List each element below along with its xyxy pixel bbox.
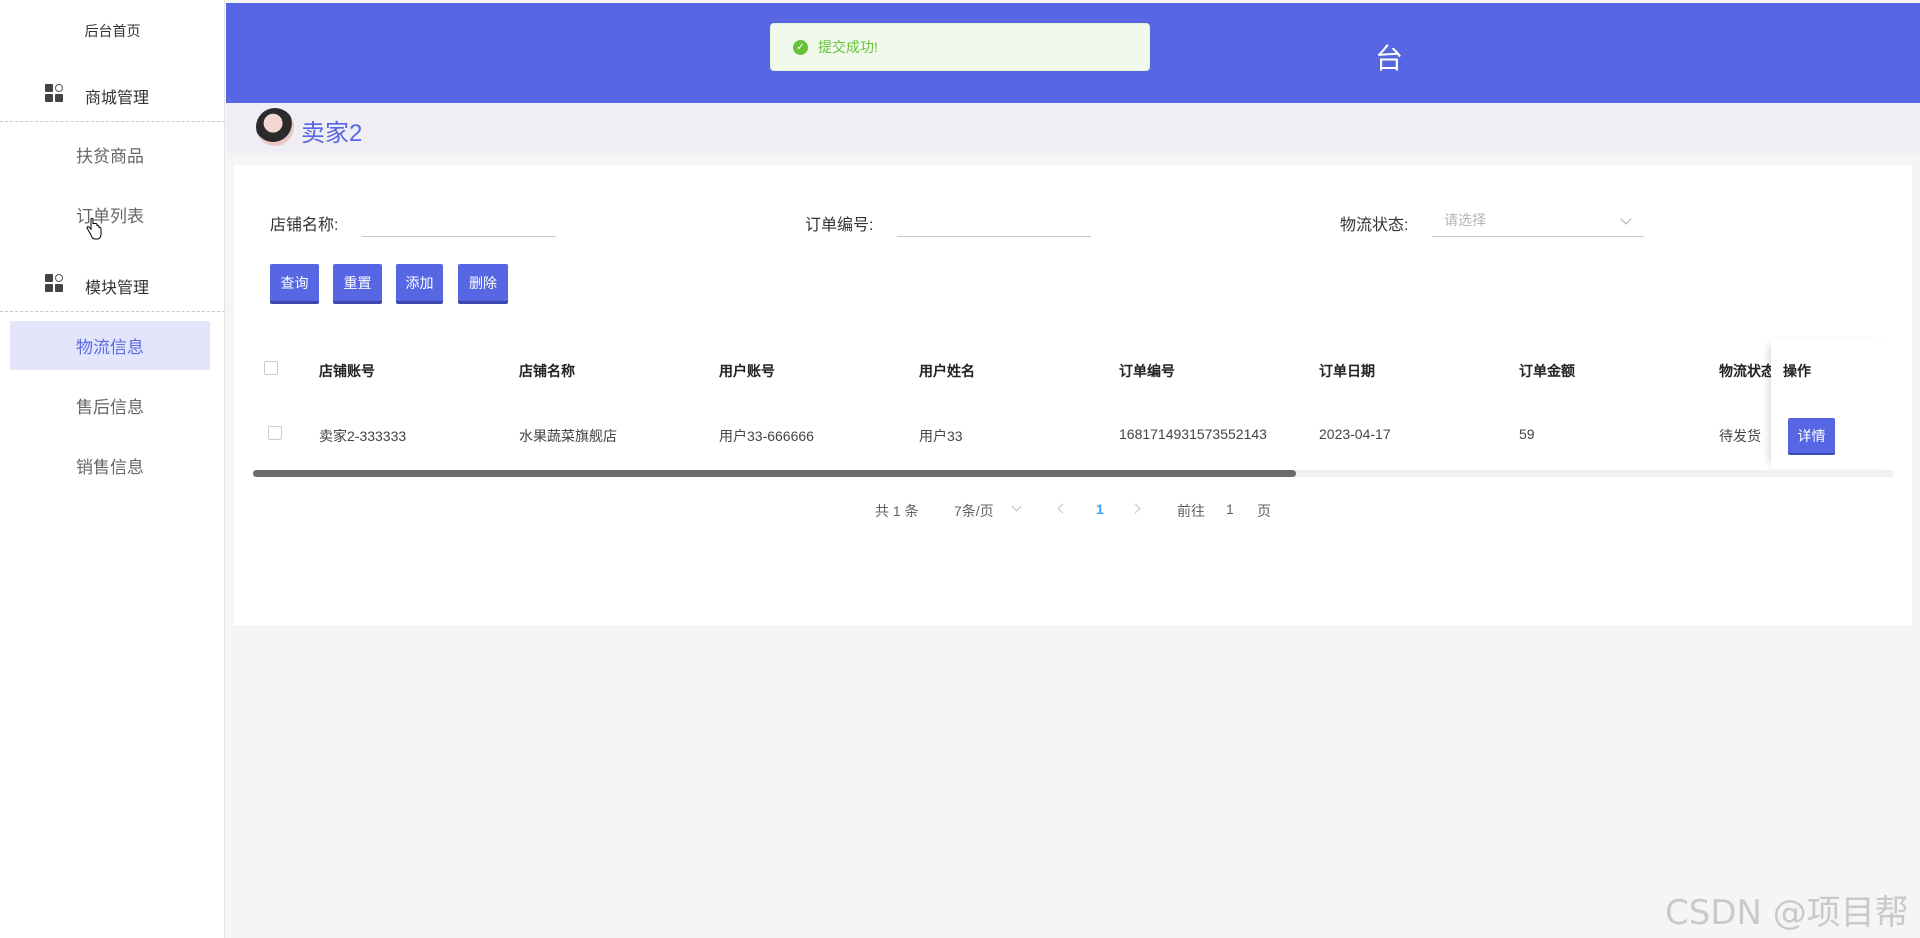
cell-shop-name: 水果蔬菜旗舰店 [519, 428, 617, 444]
main-card: 店铺名称: 订单编号: 物流状态: 请选择 查询 重置 添加 删除 [234, 165, 1912, 625]
pagination-total: 共 1 条 [875, 503, 919, 519]
query-button[interactable]: 查询 [270, 264, 319, 301]
th-order-date: 订单日期 [1319, 363, 1375, 379]
current-page[interactable]: 1 [1096, 501, 1104, 517]
th-user-account: 用户账号 [719, 363, 775, 379]
sidebar-item-logistics[interactable]: 物流信息 [10, 321, 210, 370]
cell-order-no: 1681714931573552143 [1119, 426, 1267, 442]
th-shop-account: 店铺账号 [319, 363, 375, 379]
hand-cursor-icon [86, 218, 102, 240]
logistics-placeholder: 请选择 [1444, 212, 1486, 228]
username: 卖家2 [301, 120, 363, 147]
shop-name-input[interactable] [362, 203, 556, 237]
check-circle-icon: ✓ [793, 39, 808, 55]
cell-amount: 59 [1519, 426, 1535, 442]
logistics-label: 物流状态: [1340, 217, 1409, 234]
order-no-label: 订单编号: [805, 217, 874, 234]
toast-message: 提交成功! [818, 39, 878, 55]
page-size-select[interactable]: 7条/页 [954, 501, 994, 521]
order-no-input[interactable] [897, 203, 1091, 237]
cell-logistics: 待发货 [1719, 428, 1761, 444]
sidebar-group-mall[interactable]: 商城管理 [0, 62, 225, 122]
row-checkbox[interactable] [268, 426, 282, 440]
success-toast: ✓ 提交成功! [770, 23, 1150, 71]
sidebar: 后台首页 商城管理 扶贫商品 订单列表 模块管理 物流信息 售后信息 销售信息 [0, 0, 225, 938]
sidebar-item-sales[interactable]: 销售信息 [10, 441, 210, 490]
th-amount: 订单金额 [1519, 363, 1575, 379]
horizontal-scrollbar-thumb[interactable] [253, 470, 1296, 477]
avatar[interactable] [256, 108, 294, 146]
logistics-select[interactable]: 请选择 [1432, 203, 1644, 237]
delete-button[interactable]: 删除 [458, 264, 508, 301]
sidebar-group-label: 模块管理 [85, 280, 150, 297]
sidebar-item-poverty-goods[interactable]: 扶贫商品 [10, 130, 210, 179]
cell-shop-account: 卖家2-333333 [319, 428, 407, 444]
sidebar-item-order-list[interactable]: 订单列表 [10, 190, 210, 239]
select-all-checkbox[interactable] [264, 361, 278, 375]
grid-icon [45, 84, 65, 102]
cell-order-date: 2023-04-17 [1319, 426, 1391, 442]
add-button[interactable]: 添加 [396, 264, 443, 301]
goto-suffix: 页 [1257, 503, 1271, 519]
cell-user-account: 用户33-666666 [719, 428, 814, 444]
grid-icon [45, 274, 65, 292]
reset-button[interactable]: 重置 [333, 264, 382, 301]
sidebar-group-module[interactable]: 模块管理 [0, 252, 225, 312]
th-order-no: 订单编号 [1119, 363, 1175, 379]
watermark: CSDN @项目帮 [1665, 893, 1909, 933]
th-user-name: 用户姓名 [919, 363, 975, 379]
header-title: 台 [1375, 43, 1404, 74]
th-shop-name: 店铺名称 [519, 363, 575, 379]
sidebar-group-label: 商城管理 [85, 90, 150, 107]
detail-button[interactable]: 详情 [1788, 418, 1835, 453]
chevron-down-icon [1620, 213, 1632, 225]
th-logistics: 物流状态 [1719, 363, 1775, 379]
user-bar: 卖家2 [226, 103, 1920, 153]
goto-prefix: 前往 [1177, 503, 1205, 519]
sidebar-home[interactable]: 后台首页 [0, 21, 225, 41]
sidebar-item-after-sales[interactable]: 售后信息 [10, 381, 210, 430]
cell-user-name: 用户33 [919, 428, 963, 444]
shop-name-label: 店铺名称: [270, 217, 339, 234]
th-action: 操作 [1783, 363, 1811, 379]
goto-page-input[interactable]: 1 [1226, 501, 1234, 517]
